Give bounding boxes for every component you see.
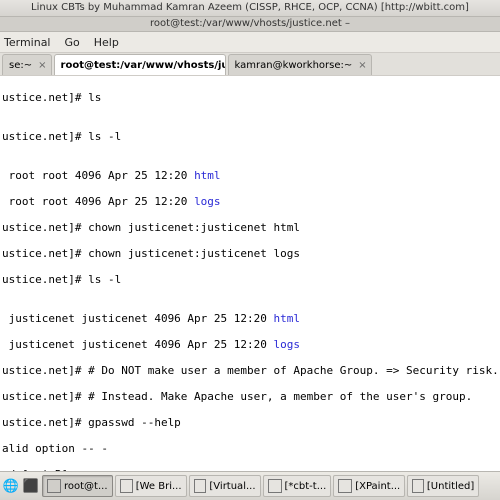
term-line: ustice.net]# chown justicenet:justicenet… bbox=[2, 247, 500, 260]
tab-bar: se:~ × root@test:/var/www/vhosts/justice… bbox=[0, 53, 500, 76]
taskbar-button[interactable]: [*cbt-t... bbox=[263, 475, 332, 497]
menu-help[interactable]: Help bbox=[94, 36, 119, 49]
term-line: ustice.net]# chown justicenet:justicenet… bbox=[2, 221, 500, 234]
app-launcher-icon[interactable]: ⬛ bbox=[22, 477, 40, 495]
window-icon bbox=[412, 479, 424, 493]
window-icon bbox=[47, 479, 61, 493]
term-line: alid option -- - bbox=[2, 442, 500, 455]
taskbar-button[interactable]: [Virtual... bbox=[189, 475, 261, 497]
window-icon bbox=[194, 479, 207, 493]
tab-label: se:~ bbox=[9, 60, 32, 71]
window-icon bbox=[268, 479, 282, 493]
menu-go[interactable]: Go bbox=[65, 36, 80, 49]
dir-name: logs bbox=[194, 195, 221, 208]
taskbar-button[interactable]: [Untitled] bbox=[407, 475, 479, 497]
menu-terminal[interactable]: Terminal bbox=[4, 36, 51, 49]
term-line: justicenet justicenet 4096 Apr 25 12:20 … bbox=[2, 312, 500, 325]
tab-label: kamran@kworkhorse:~ bbox=[235, 60, 353, 71]
window-titlebar: Linux CBTs by Muhammad Kamran Azeem (CIS… bbox=[0, 0, 500, 17]
taskbar-button-label: root@t... bbox=[64, 481, 108, 492]
window-icon bbox=[338, 479, 352, 493]
terminal-output[interactable]: ustice.net]# ls ustice.net]# ls -l root … bbox=[0, 76, 500, 475]
term-line: justicenet justicenet 4096 Apr 25 12:20 … bbox=[2, 338, 500, 351]
term-line: ustice.net]# ls -l bbox=[2, 130, 500, 143]
dir-name: html bbox=[194, 169, 221, 182]
taskbar: 🌐 ⬛ root@t... [We Bri... [Virtual... [*c… bbox=[0, 471, 500, 500]
taskbar-button-terminal[interactable]: root@t... bbox=[42, 475, 113, 497]
tab-1[interactable]: root@test:/var/www/vhosts/justice.net × bbox=[54, 54, 226, 75]
close-icon[interactable]: × bbox=[38, 60, 46, 71]
term-line: root root 4096 Apr 25 12:20 logs bbox=[2, 195, 500, 208]
window-icon bbox=[120, 479, 133, 493]
term-line: ustice.net]# gpasswd --help bbox=[2, 416, 500, 429]
window-subtitle: root@test:/var/www/vhosts/justice.net – bbox=[0, 17, 500, 32]
taskbar-button[interactable]: [We Bri... bbox=[115, 475, 187, 497]
term-line: ustice.net]# ls -l bbox=[2, 273, 500, 286]
dir-name: logs bbox=[274, 338, 301, 351]
tab-label: root@test:/var/www/vhosts/justice.net bbox=[61, 60, 226, 71]
term-line: ustice.net]# # Do NOT make user a member… bbox=[2, 364, 500, 377]
close-icon[interactable]: × bbox=[358, 60, 366, 71]
menubar: Terminal Go Help bbox=[0, 32, 500, 53]
taskbar-button-label: [We Bri... bbox=[136, 481, 182, 492]
taskbar-button[interactable]: [XPaint... bbox=[333, 475, 405, 497]
taskbar-button-label: [Untitled] bbox=[427, 481, 474, 492]
term-line: ustice.net]# # Instead. Make Apache user… bbox=[2, 390, 500, 403]
dir-name: html bbox=[274, 312, 301, 325]
tab-0[interactable]: se:~ × bbox=[2, 54, 52, 75]
taskbar-button-label: [XPaint... bbox=[355, 481, 400, 492]
tab-2[interactable]: kamran@kworkhorse:~ × bbox=[228, 54, 372, 75]
term-line: root root 4096 Apr 25 12:20 html bbox=[2, 169, 500, 182]
firefox-icon[interactable]: 🌐 bbox=[2, 477, 20, 495]
taskbar-button-label: [*cbt-t... bbox=[285, 481, 327, 492]
term-line: ustice.net]# ls bbox=[2, 91, 500, 104]
taskbar-button-label: [Virtual... bbox=[209, 481, 255, 492]
